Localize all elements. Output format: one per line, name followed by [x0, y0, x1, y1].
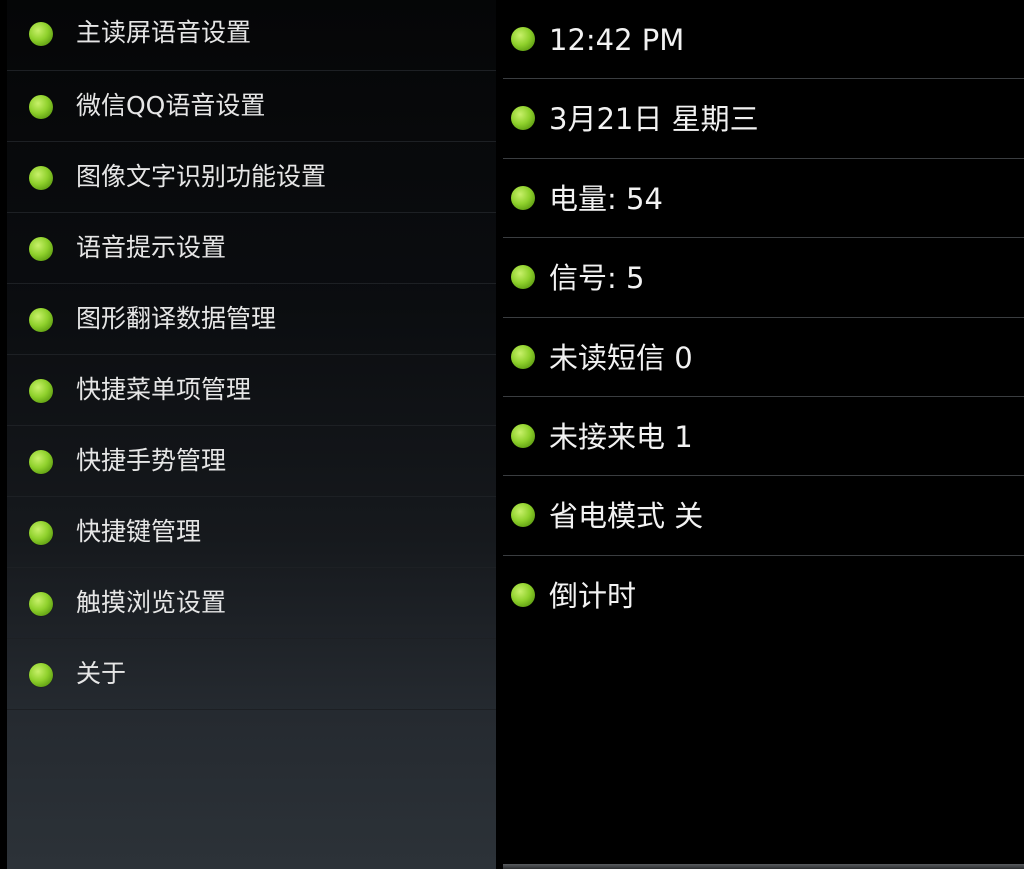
menu-item-label: 触摸浏览设置 — [76, 588, 227, 617]
status-item-label: 信号: 5 — [549, 261, 645, 296]
status-item-time[interactable]: 12:42 PM — [503, 0, 1024, 80]
status-item-label: 电量: 54 — [549, 181, 663, 216]
status-item-label: 省电模式 关 — [549, 499, 704, 534]
green-dot-icon — [29, 95, 53, 119]
menu-item-label: 快捷键管理 — [76, 517, 202, 546]
green-dot-icon — [511, 185, 535, 210]
bottom-scroll-bar — [503, 864, 1024, 869]
menu-item-wechat-qq-voice[interactable]: 微信QQ语音设置 — [7, 71, 496, 142]
status-item-countdown[interactable]: 倒计时 — [503, 556, 1024, 635]
status-item-battery[interactable]: 电量: 54 — [503, 159, 1024, 239]
status-item-label: 3月21日 星期三 — [549, 102, 759, 137]
green-dot-icon — [29, 663, 53, 687]
green-dot-icon — [511, 582, 535, 607]
menu-item-screen-reader-voice[interactable]: 主读屏语音设置 — [7, 0, 496, 71]
green-dot-icon — [29, 521, 53, 545]
menu-item-label: 快捷手势管理 — [76, 446, 227, 475]
settings-menu-list: 主读屏语音设置 微信QQ语音设置 图像文字识别功能设置 语音提示设置 图形翻译数… — [7, 0, 496, 710]
menu-item-label: 主读屏语音设置 — [76, 18, 252, 47]
status-item-unread-sms[interactable]: 未读短信 0 — [503, 318, 1024, 397]
green-dot-icon — [511, 503, 535, 528]
menu-item-ocr-settings[interactable]: 图像文字识别功能设置 — [7, 142, 496, 213]
green-dot-icon — [29, 22, 53, 46]
menu-item-label: 关于 — [76, 659, 127, 688]
green-dot-icon — [29, 237, 53, 261]
menu-item-shortcut-keys[interactable]: 快捷键管理 — [7, 497, 496, 568]
menu-item-touch-browse[interactable]: 触摸浏览设置 — [7, 568, 496, 639]
status-item-label: 12:42 PM — [549, 23, 685, 57]
menu-item-shortcut-gestures[interactable]: 快捷手势管理 — [7, 426, 496, 497]
settings-menu-panel: 主读屏语音设置 微信QQ语音设置 图像文字识别功能设置 语音提示设置 图形翻译数… — [7, 0, 496, 869]
status-item-label: 未读短信 0 — [549, 340, 693, 375]
status-item-power-saving[interactable]: 省电模式 关 — [503, 476, 1024, 556]
menu-item-voice-prompt[interactable]: 语音提示设置 — [7, 213, 496, 284]
status-item-label: 倒计时 — [549, 578, 637, 613]
menu-item-graphic-translation-data[interactable]: 图形翻译数据管理 — [7, 284, 496, 355]
menu-item-label: 图形翻译数据管理 — [76, 304, 277, 333]
green-dot-icon — [29, 166, 53, 190]
status-item-signal[interactable]: 信号: 5 — [503, 238, 1024, 318]
menu-item-about[interactable]: 关于 — [7, 639, 496, 710]
green-dot-icon — [29, 308, 53, 332]
menu-item-label: 微信QQ语音设置 — [76, 91, 266, 120]
menu-item-label: 快捷菜单项管理 — [76, 375, 252, 404]
green-dot-icon — [511, 423, 535, 448]
green-dot-icon — [511, 265, 535, 290]
status-item-label: 未接来电 1 — [549, 419, 693, 454]
green-dot-icon — [511, 27, 535, 51]
menu-item-shortcut-menu[interactable]: 快捷菜单项管理 — [7, 355, 496, 426]
green-dot-icon — [29, 592, 53, 616]
status-item-missed-calls[interactable]: 未接来电 1 — [503, 397, 1024, 477]
green-dot-icon — [29, 450, 53, 474]
menu-item-label: 图像文字识别功能设置 — [76, 162, 327, 191]
green-dot-icon — [29, 379, 53, 403]
green-dot-icon — [511, 344, 535, 369]
menu-item-label: 语音提示设置 — [76, 233, 227, 262]
green-dot-icon — [511, 106, 535, 131]
status-item-date[interactable]: 3月21日 星期三 — [503, 79, 1024, 159]
screen: 主读屏语音设置 微信QQ语音设置 图像文字识别功能设置 语音提示设置 图形翻译数… — [0, 0, 1024, 869]
status-panel: 12:42 PM 3月21日 星期三 电量: 54 信号: 5 未读短信 0 未… — [497, 0, 1024, 869]
